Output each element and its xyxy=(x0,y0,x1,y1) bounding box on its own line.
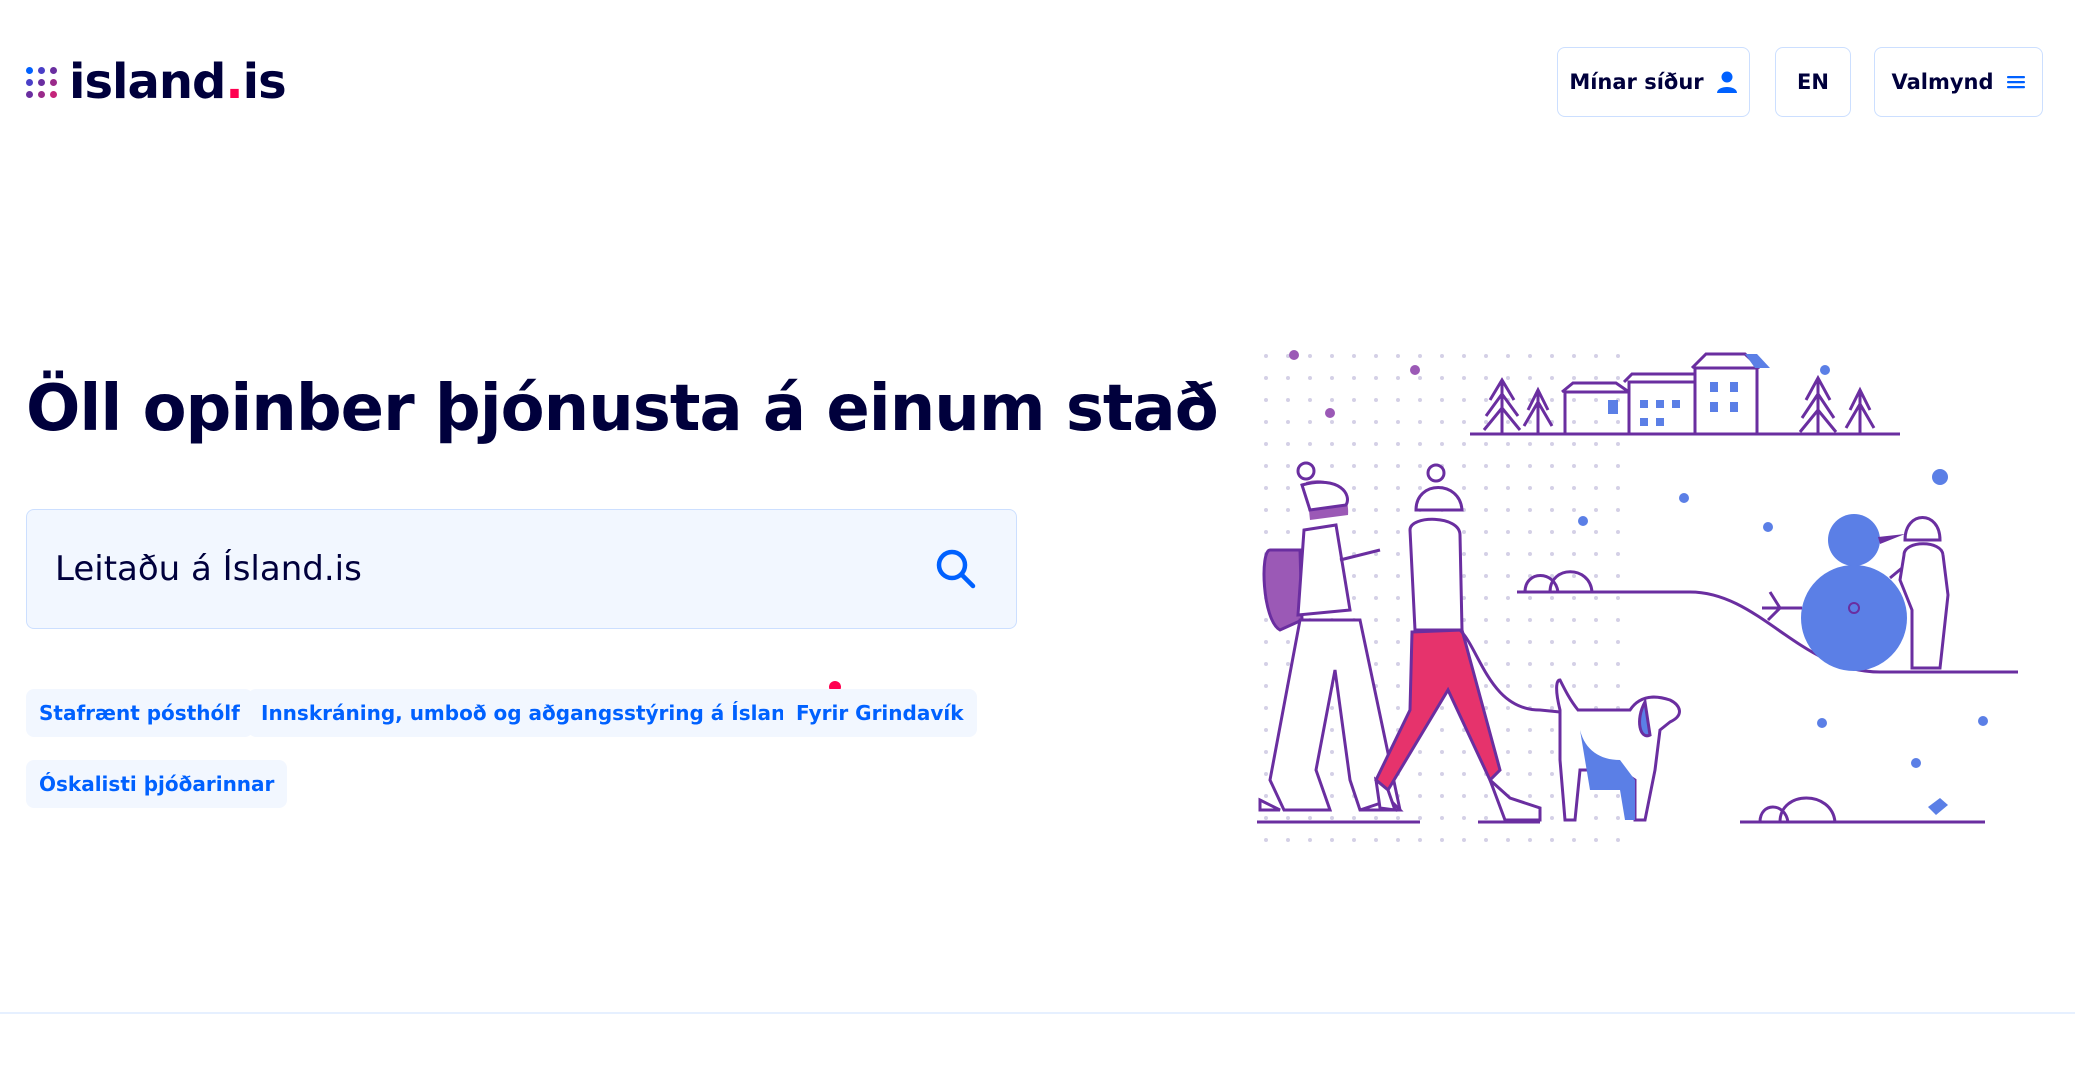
menu-button[interactable]: Valmynd xyxy=(1874,47,2043,117)
search-box[interactable] xyxy=(26,509,1017,629)
section-divider xyxy=(0,1012,2075,1014)
winter-illustration xyxy=(1250,340,2018,850)
quick-link-tag[interactable]: Óskalisti þjóðarinnar xyxy=(26,760,288,808)
logo-text-dot: . xyxy=(225,54,243,110)
hamburger-icon xyxy=(2006,76,2025,89)
quick-link-tag[interactable]: Fyrir Grindavík xyxy=(783,689,977,737)
quick-link-label: Innskráning, umboð og aðgangsstýring á Í… xyxy=(261,701,826,725)
quick-link-tag[interactable]: Innskráning, umboð og aðgangsstýring á Í… xyxy=(248,681,841,737)
my-pages-label: Mínar síður xyxy=(1569,70,1704,94)
user-icon xyxy=(1716,71,1737,93)
site-logo[interactable]: island.is xyxy=(26,58,287,106)
search-button[interactable] xyxy=(934,547,978,595)
bird-icon xyxy=(1928,798,1948,815)
search-icon xyxy=(936,549,976,589)
language-label: EN xyxy=(1797,70,1829,94)
search-input[interactable] xyxy=(53,548,917,590)
menu-label: Valmynd xyxy=(1891,70,1994,94)
logo-dots-icon xyxy=(26,66,57,98)
snowman xyxy=(1762,514,1907,671)
logo-wordmark: island.is xyxy=(69,58,287,106)
language-button[interactable]: EN xyxy=(1775,47,1851,117)
quick-link-label: Óskalisti þjóðarinnar xyxy=(39,772,275,796)
quick-link-tag[interactable]: Stafrænt pósthólf xyxy=(26,689,253,737)
quick-link-label: Stafrænt pósthólf xyxy=(39,701,240,725)
page-title: Öll opinber þjónusta á einum stað xyxy=(26,372,1219,446)
quick-link-label: Fyrir Grindavík xyxy=(796,701,964,725)
logo-text-tail: is xyxy=(242,54,287,110)
my-pages-button[interactable]: Mínar síður xyxy=(1557,47,1750,117)
logo-text-main: island xyxy=(69,54,226,110)
